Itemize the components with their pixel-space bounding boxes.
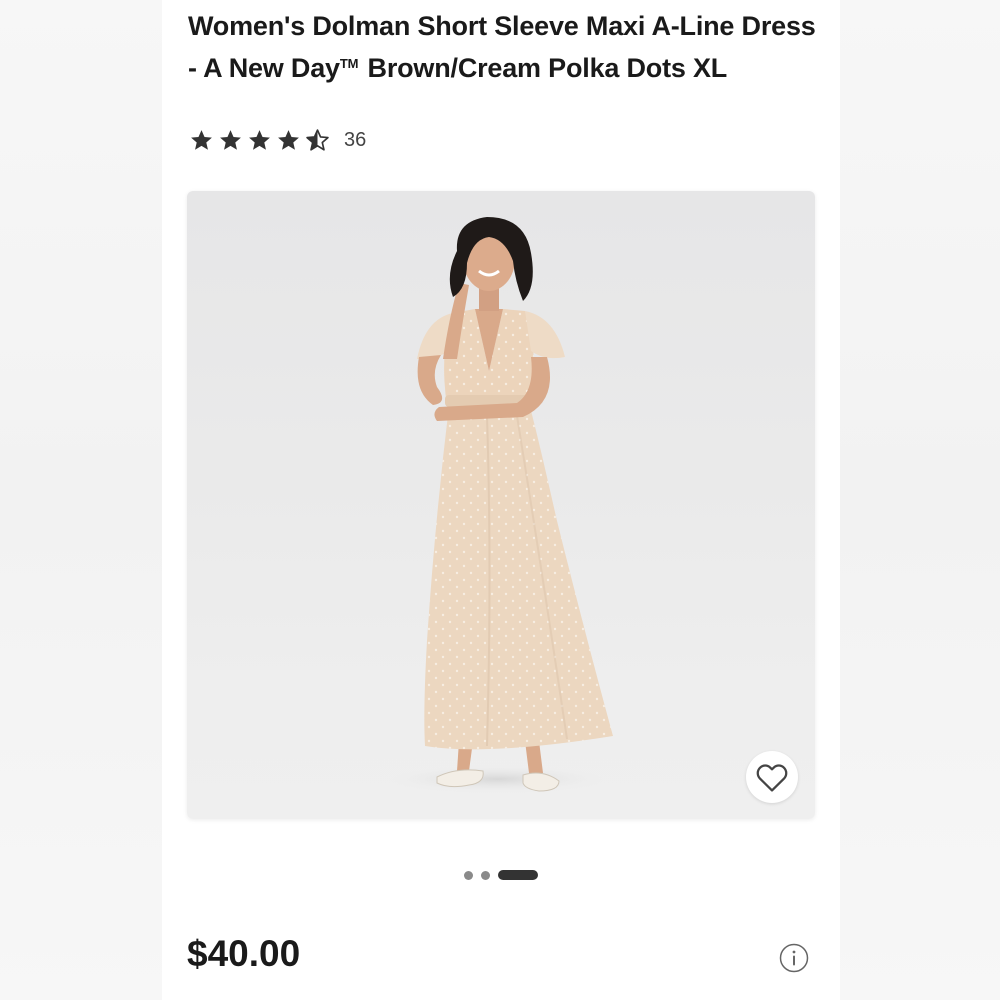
left-margin (0, 0, 162, 1000)
pagination-dot-1[interactable] (464, 870, 473, 880)
favorite-button[interactable] (746, 751, 798, 803)
product-title-part2: Brown/Cream Polka Dots XL (360, 53, 728, 83)
star-icon (278, 129, 299, 150)
right-margin (840, 0, 1000, 1000)
product-title: Women's Dolman Short Sleeve Maxi A-Line … (188, 8, 828, 87)
star-half-icon (306, 128, 329, 151)
rating-summary[interactable]: 36 (189, 126, 366, 154)
trademark-symbol: TM (339, 56, 359, 71)
product-price: $40.00 (187, 933, 301, 974)
model-photo (387, 217, 613, 793)
price-info-button[interactable] (779, 943, 809, 973)
product-panel: Women's Dolman Short Sleeve Maxi A-Line … (162, 0, 840, 1000)
gallery-pagination (162, 869, 840, 881)
info-circle-icon (779, 943, 809, 973)
star-icon (220, 129, 241, 150)
product-image[interactable] (187, 191, 815, 819)
pagination-dot-3-active[interactable] (498, 870, 538, 880)
rating-stars (189, 128, 330, 153)
pagination-dot-2[interactable] (481, 870, 490, 880)
star-icon (191, 129, 212, 150)
star-icon (249, 129, 270, 150)
heart-outline-icon (756, 764, 788, 792)
review-count: 36 (344, 128, 367, 151)
